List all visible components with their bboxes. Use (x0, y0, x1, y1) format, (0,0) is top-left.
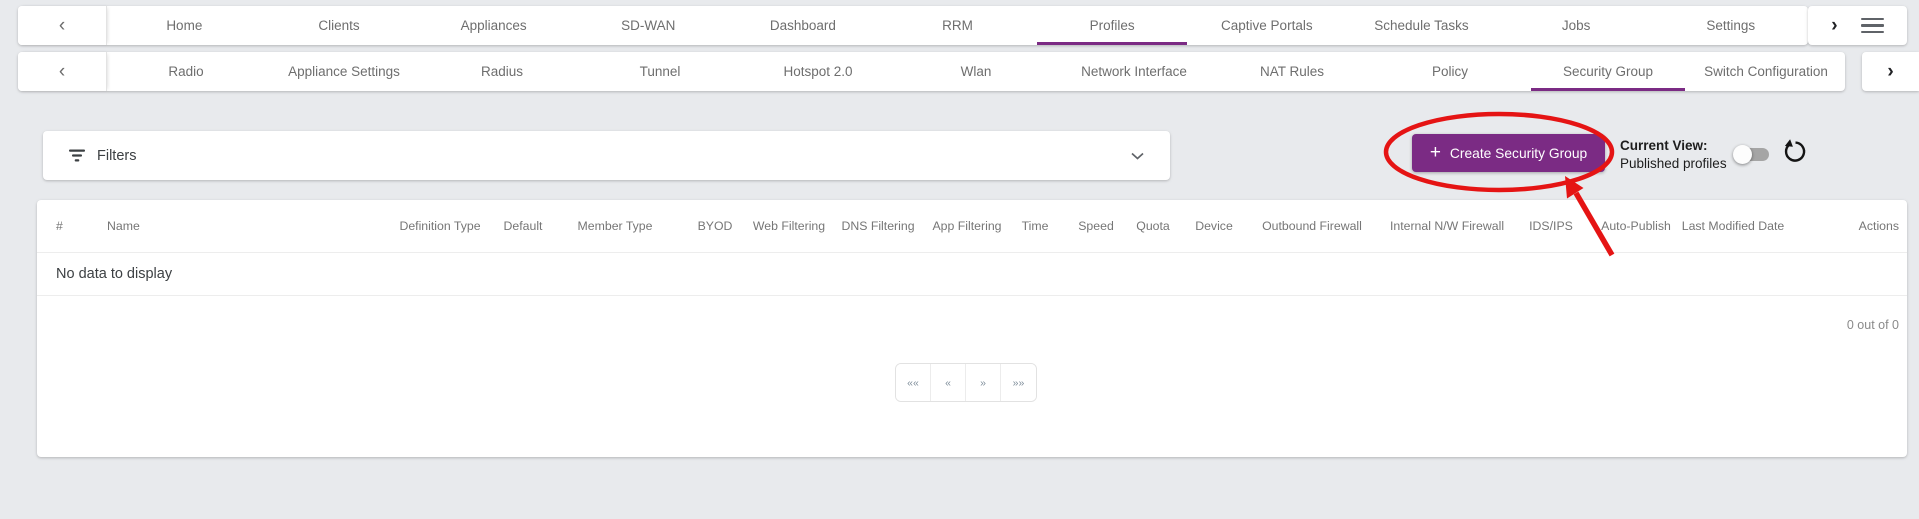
subnav-tab-hotspot[interactable]: Hotspot 2.0 (739, 52, 897, 91)
security-group-table: # Name Definition Type Default Member Ty… (37, 200, 1907, 457)
chevron-left-icon: ‹ (58, 60, 66, 82)
nav-tab-captive-portals[interactable]: Captive Portals (1189, 6, 1344, 45)
subnav-scroll-left-button[interactable]: ‹ (18, 52, 107, 91)
col-outbound-firewall: Outbound Firewall (1262, 219, 1362, 233)
nav-scroll-left-button[interactable]: ‹ (18, 6, 107, 45)
col-definition-type: Definition Type (399, 219, 481, 233)
profile-subnav: ‹ Radio Appliance Settings Radius Tunnel… (18, 52, 1845, 91)
chevron-right-icon: › (1831, 14, 1838, 36)
chevron-left-icon: ‹ (58, 14, 66, 36)
nav-tab-dashboard[interactable]: Dashboard (726, 6, 881, 45)
main-nav: ‹ Home Clients Appliances SD-WAN Dashboa… (18, 6, 1808, 45)
chevron-right-icon: › (1887, 60, 1894, 82)
subnav-tab-nat-rules[interactable]: NAT Rules (1213, 52, 1371, 91)
main-nav-overflow: › (1808, 6, 1907, 45)
col-device: Device (1195, 219, 1233, 233)
nav-tab-settings[interactable]: Settings (1653, 6, 1808, 45)
refresh-button[interactable] (1781, 138, 1808, 171)
nav-tab-home[interactable]: Home (107, 6, 262, 45)
nav-tab-appliances[interactable]: Appliances (416, 6, 571, 45)
col-name: Name (107, 219, 140, 233)
pagination-next-button[interactable]: » (966, 364, 1001, 401)
filter-icon (68, 148, 86, 163)
subnav-tab-switch-configuration[interactable]: Switch Configuration (1687, 52, 1845, 91)
subnav-tab-security-group[interactable]: Security Group (1529, 52, 1687, 91)
plus-icon: + (1429, 141, 1441, 163)
annotation-arrow-head (1565, 176, 1584, 199)
col-default: Default (503, 219, 543, 233)
menu-icon[interactable] (1860, 17, 1884, 34)
refresh-icon (1784, 139, 1806, 162)
subnav-tab-appliance-settings[interactable]: Appliance Settings (265, 52, 423, 91)
published-profiles-toggle[interactable] (1733, 144, 1771, 164)
current-view: Current View: Published profiles (1620, 137, 1727, 173)
nav-tab-sdwan[interactable]: SD-WAN (571, 6, 726, 45)
chevron-down-icon[interactable] (1131, 148, 1144, 164)
record-count: 0 out of 0 (1846, 318, 1899, 332)
table-header-row: # Name Definition Type Default Member Ty… (37, 200, 1907, 253)
pagination-prev-button[interactable]: « (931, 364, 966, 401)
main-nav-tabs: Home Clients Appliances SD-WAN Dashboard… (107, 6, 1808, 45)
col-member-type: Member Type (577, 219, 653, 233)
col-actions: Actions (1858, 219, 1899, 233)
pagination-last-button[interactable]: »» (1001, 364, 1036, 401)
toggle-knob (1733, 145, 1752, 164)
col-auto-publish: Auto-Publish (1601, 219, 1671, 233)
col-index: # (56, 219, 63, 233)
col-speed: Speed (1078, 219, 1114, 233)
create-security-group-label: Create Security Group (1449, 145, 1588, 161)
create-security-group-button[interactable]: + Create Security Group (1412, 134, 1605, 172)
profile-subnav-tabs: Radio Appliance Settings Radius Tunnel H… (107, 52, 1845, 91)
subnav-tab-radio[interactable]: Radio (107, 52, 265, 91)
col-time: Time (1021, 219, 1049, 233)
empty-table-message: No data to display (37, 253, 1907, 296)
subnav-tab-wlan[interactable]: Wlan (897, 52, 1055, 91)
col-internal-nw-firewall: Internal N/W Firewall (1389, 219, 1505, 233)
filters-label: Filters (97, 147, 137, 164)
nav-tab-rrm[interactable]: RRM (880, 6, 1035, 45)
nav-tab-profiles[interactable]: Profiles (1035, 6, 1190, 45)
filters-bar[interactable]: Filters (43, 131, 1170, 180)
col-dns-filtering: DNS Filtering (841, 219, 915, 233)
pagination-first-button[interactable]: «« (896, 364, 931, 401)
subnav-tab-network-interface[interactable]: Network Interface (1055, 52, 1213, 91)
col-last-modified-date: Last Modified Date (1681, 219, 1785, 233)
subnav-tab-policy[interactable]: Policy (1371, 52, 1529, 91)
subnav-overflow: › (1862, 52, 1919, 91)
nav-tab-jobs[interactable]: Jobs (1499, 6, 1654, 45)
nav-tab-schedule-tasks[interactable]: Schedule Tasks (1344, 6, 1499, 45)
security-group-page: ‹ Home Clients Appliances SD-WAN Dashboa… (0, 0, 1919, 519)
subnav-tab-radius[interactable]: Radius (423, 52, 581, 91)
col-web-filtering: Web Filtering (752, 219, 826, 233)
nav-tab-clients[interactable]: Clients (262, 6, 417, 45)
pagination: «« « » »» (895, 363, 1037, 402)
nav-scroll-right-button[interactable]: › (1831, 15, 1837, 37)
current-view-label: Current View: (1620, 138, 1708, 153)
subnav-tab-tunnel[interactable]: Tunnel (581, 52, 739, 91)
current-view-value: Published profiles (1620, 156, 1727, 171)
col-byod: BYOD (697, 219, 733, 233)
col-ids-ips: IDS/IPS (1529, 219, 1573, 233)
col-app-filtering: App Filtering (932, 219, 1002, 233)
subnav-scroll-right-button[interactable]: › (1887, 61, 1893, 83)
col-quota: Quota (1136, 219, 1170, 233)
